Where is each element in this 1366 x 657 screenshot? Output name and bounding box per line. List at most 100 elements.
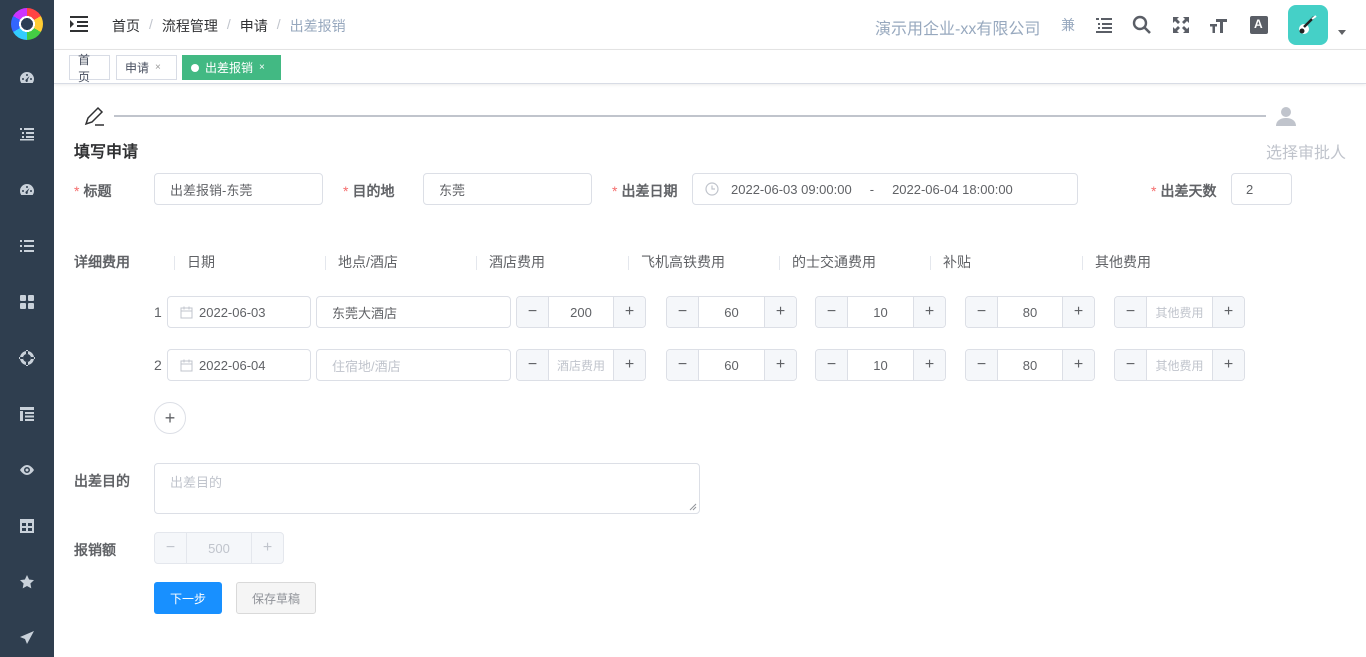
dashboard-icon[interactable] xyxy=(17,68,37,88)
decrement-button[interactable]: − xyxy=(667,350,699,380)
decrement-button[interactable]: − xyxy=(816,350,848,380)
col-other-header: 其他费用 xyxy=(1082,252,1151,272)
travel-days-label: * 出差天数 xyxy=(1151,183,1217,199)
star-icon[interactable] xyxy=(17,572,37,592)
stepper-placeholder[interactable]: 酒店费用 xyxy=(549,350,613,380)
sidebar xyxy=(0,0,54,657)
caret-down-icon[interactable] xyxy=(1338,30,1346,35)
row-date-value: 2022-06-04 xyxy=(199,357,266,373)
row-place-input[interactable]: 东莞大酒店 xyxy=(316,296,511,328)
row-allowance-stepper[interactable]: − 80 + xyxy=(965,349,1095,381)
stepper-value[interactable]: 10 xyxy=(848,350,913,380)
stepper-placeholder[interactable]: 其他费用 xyxy=(1147,297,1212,327)
resize-grip-icon[interactable] xyxy=(689,503,697,511)
breadcrumb-separator: / xyxy=(226,16,231,32)
tags-view: 首页 申请 × 出差报销 × xyxy=(54,50,1366,84)
save-draft-button[interactable]: 保存草稿 xyxy=(236,582,316,614)
decrement-button[interactable]: − xyxy=(667,297,699,327)
destination-label: * 目的地 xyxy=(343,183,395,199)
target-icon[interactable] xyxy=(17,348,37,368)
decrement-button[interactable]: − xyxy=(1115,297,1147,327)
stepper-placeholder[interactable]: 其他费用 xyxy=(1147,350,1212,380)
row-hotel-stepper[interactable]: − 酒店费用 + xyxy=(516,349,646,381)
decrement-button[interactable]: − xyxy=(1115,350,1147,380)
breadcrumb-item-process[interactable]: 流程管理 xyxy=(162,16,218,36)
increment-button[interactable]: + xyxy=(613,350,645,380)
row-hotel-stepper[interactable]: − 200 + xyxy=(516,296,646,328)
hamburger-icon[interactable] xyxy=(70,16,88,32)
date-range-end[interactable]: 2022-06-04 18:00:00 xyxy=(892,182,1013,197)
font-size-icon[interactable] xyxy=(1209,14,1229,36)
step-connector xyxy=(114,115,1266,117)
destination-input[interactable]: 东莞 xyxy=(423,173,592,205)
increment-button[interactable]: + xyxy=(913,297,945,327)
avatar[interactable] xyxy=(1288,5,1328,45)
stepper-value[interactable]: 60 xyxy=(699,297,764,327)
decrement-button[interactable]: − xyxy=(966,297,998,327)
tag-apply[interactable]: 申请 × xyxy=(116,55,177,80)
list-icon[interactable] xyxy=(1094,14,1114,36)
travel-date-range-picker[interactable]: 2022-06-03 09:00:00 - 2022-06-04 18:00:0… xyxy=(692,173,1078,205)
travel-days-input[interactable]: 2 xyxy=(1231,173,1292,205)
tag-home[interactable]: 首页 xyxy=(69,53,110,84)
row-allowance-stepper[interactable]: − 80 + xyxy=(965,296,1095,328)
user-initial-text[interactable]: 兼 xyxy=(1061,14,1075,36)
breadcrumb: 首页 / 流程管理 / 申请 / 出差报销 xyxy=(112,16,346,36)
calendar-icon xyxy=(180,359,193,371)
row-date-picker[interactable]: 2022-06-04 xyxy=(167,349,311,381)
row-date-picker[interactable]: 2022-06-03 xyxy=(167,296,311,328)
translate-icon[interactable]: A xyxy=(1249,14,1269,36)
add-row-button[interactable]: + xyxy=(154,402,186,434)
decrement-button[interactable]: − xyxy=(816,297,848,327)
increment-button[interactable]: + xyxy=(1212,297,1244,327)
increment-button[interactable]: + xyxy=(913,350,945,380)
increment-button[interactable]: + xyxy=(1062,350,1094,380)
date-range-separator: - xyxy=(869,181,875,197)
logo[interactable] xyxy=(11,8,43,40)
gauge-icon[interactable] xyxy=(17,180,37,200)
increment-button[interactable]: + xyxy=(764,297,796,327)
next-step-button[interactable]: 下一步 xyxy=(154,582,222,614)
row-other-stepper[interactable]: − 其他费用 + xyxy=(1114,349,1245,381)
close-icon[interactable]: × xyxy=(259,62,265,73)
row-taxi-stepper[interactable]: − 10 + xyxy=(815,296,946,328)
title-input[interactable]: 出差报销-东莞 xyxy=(154,173,323,205)
increment-button[interactable]: + xyxy=(764,350,796,380)
search-icon[interactable] xyxy=(1132,14,1152,36)
menu-list-icon[interactable] xyxy=(17,236,37,256)
row-place-input[interactable]: 住宿地/酒店 xyxy=(316,349,511,381)
decrement-button[interactable]: − xyxy=(517,350,549,380)
amount-stepper: − 500 + xyxy=(154,532,284,564)
increment-button[interactable]: + xyxy=(613,297,645,327)
stepper-value[interactable]: 80 xyxy=(998,350,1062,380)
send-icon[interactable] xyxy=(17,628,37,648)
decrement-button[interactable]: − xyxy=(517,297,549,327)
table-icon[interactable] xyxy=(17,516,37,536)
decrement-button[interactable]: − xyxy=(966,350,998,380)
tag-travel-reimbursement[interactable]: 出差报销 × xyxy=(182,55,281,80)
stepper-value[interactable]: 200 xyxy=(549,297,613,327)
increment-button[interactable]: + xyxy=(1212,350,1244,380)
purpose-label: 出差目的 xyxy=(74,473,130,489)
list-icon[interactable] xyxy=(17,124,37,144)
row-taxi-stepper[interactable]: − 10 + xyxy=(815,349,946,381)
fullscreen-icon[interactable] xyxy=(1171,14,1191,36)
breadcrumb-item-home[interactable]: 首页 xyxy=(112,16,140,36)
purpose-textarea[interactable]: 出差目的 xyxy=(154,463,700,514)
row-flight-stepper[interactable]: − 60 + xyxy=(666,296,797,328)
increment-button: + xyxy=(251,533,283,563)
stepper-value[interactable]: 10 xyxy=(848,297,913,327)
close-icon[interactable]: × xyxy=(155,62,161,73)
row-other-stepper[interactable]: − 其他费用 + xyxy=(1114,296,1245,328)
tree-table-icon[interactable] xyxy=(17,404,37,424)
breadcrumb-item-apply[interactable]: 申请 xyxy=(240,16,268,36)
stepper-value[interactable]: 60 xyxy=(699,350,764,380)
stepper-value[interactable]: 80 xyxy=(998,297,1062,327)
amount-label: 报销额 xyxy=(74,542,116,558)
increment-button[interactable]: + xyxy=(1062,297,1094,327)
eye-icon[interactable] xyxy=(17,460,37,480)
row-flight-stepper[interactable]: − 60 + xyxy=(666,349,797,381)
active-dot xyxy=(191,63,199,72)
grid-icon[interactable] xyxy=(17,292,37,312)
date-range-start[interactable]: 2022-06-03 09:00:00 xyxy=(731,182,852,197)
